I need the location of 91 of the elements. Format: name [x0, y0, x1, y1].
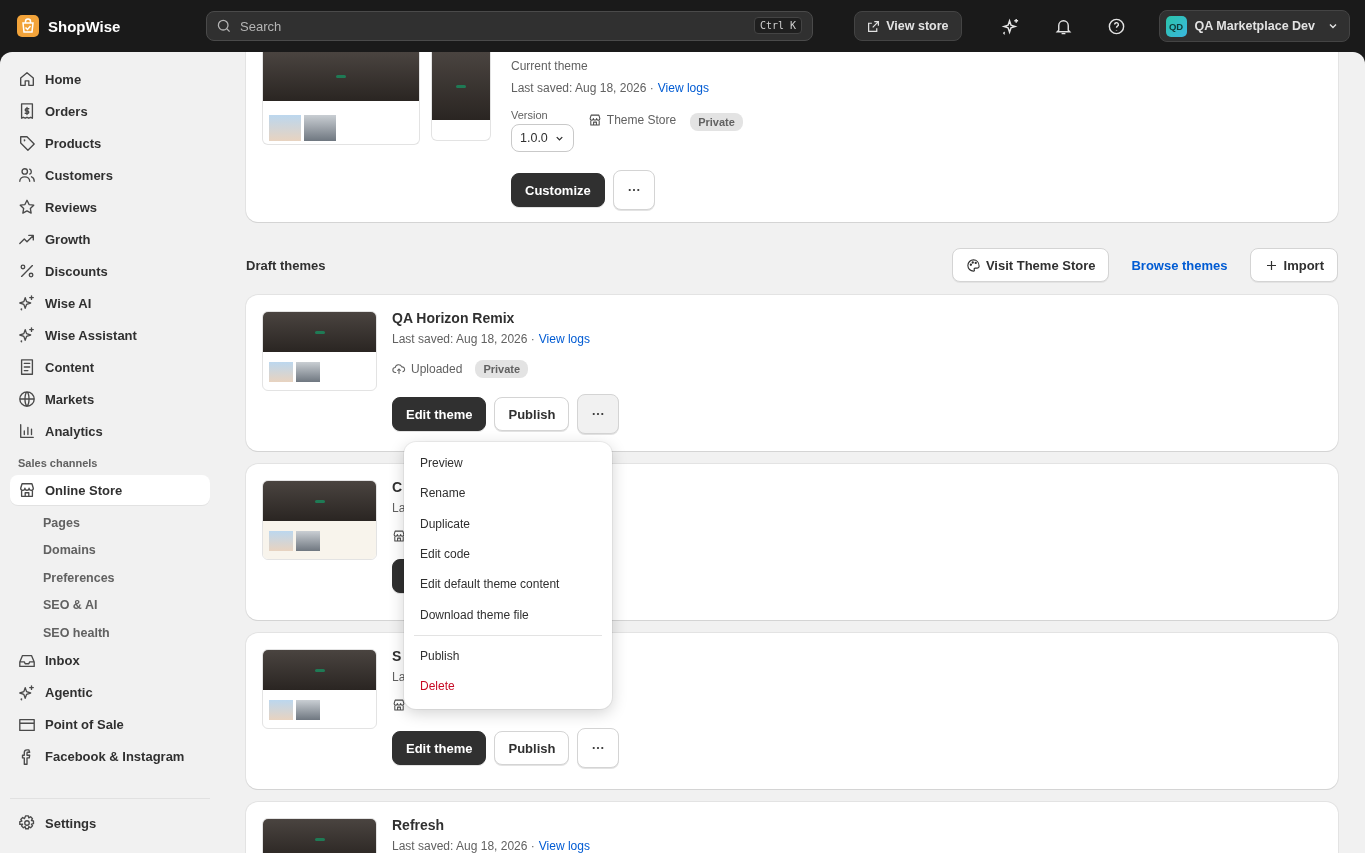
globe-icon [18, 390, 36, 408]
menu-item[interactable]: Delete [414, 671, 602, 702]
import-button[interactable]: Import [1249, 248, 1338, 282]
tag-icon [18, 134, 36, 152]
nav-item[interactable]: Wise Assistant [10, 321, 210, 349]
theme-source: Uploaded [411, 362, 463, 376]
sparkle-icon[interactable] [1000, 16, 1020, 36]
last-saved-text: Last saved: Aug 18, 2026 · [392, 333, 535, 346]
nav-item[interactable]: Reviews [10, 193, 210, 221]
percent-icon [18, 262, 36, 280]
menu-item[interactable]: Preview [414, 448, 602, 479]
sparkle-icon [18, 683, 36, 702]
help-icon[interactable] [1106, 16, 1126, 36]
sparkle-icon [18, 326, 36, 344]
document-icon [18, 358, 36, 376]
storefront-icon [587, 113, 602, 127]
nav-item[interactable]: Inbox [10, 646, 210, 675]
star-icon [18, 198, 36, 216]
theme-name: S [392, 648, 402, 664]
nav-item[interactable]: Content [10, 353, 210, 381]
nav-item[interactable]: Home [10, 65, 210, 93]
browse-themes-link[interactable]: Browse themes [1131, 257, 1228, 273]
more-icon [627, 188, 640, 192]
bar-chart-icon [18, 422, 36, 440]
menu-item[interactable]: Publish [414, 640, 602, 672]
menu-item[interactable]: Rename [414, 478, 602, 509]
nav-item[interactable]: Customers [10, 161, 210, 189]
house-icon [18, 70, 36, 88]
nav-item[interactable]: Facebook & Instagram [10, 742, 210, 771]
version-label: Version [511, 109, 549, 121]
avatar-initials: QD [1165, 15, 1187, 37]
nav-item[interactable]: Products [10, 129, 210, 157]
keyboard-shortcut: Ctrl K [753, 17, 802, 34]
theme-name: QA Horizon Remix [392, 310, 515, 326]
theme-name: Refresh [392, 817, 445, 833]
theme-name: C [392, 479, 403, 495]
publish-button[interactable]: Publish [494, 731, 570, 765]
cloud-upload-icon [392, 362, 406, 376]
visit-theme-store-button[interactable]: Visit Theme Store [951, 248, 1110, 282]
receipt-icon [18, 102, 36, 120]
menu-item[interactable]: Edit code [414, 538, 602, 570]
more-icon [592, 412, 605, 416]
search-icon [216, 18, 232, 34]
publish-button[interactable]: Publish [494, 397, 570, 431]
account-menu[interactable]: QD QA Marketplace Dev [1158, 10, 1350, 42]
nav-item[interactable]: Growth [10, 225, 210, 253]
people-icon [18, 166, 36, 184]
nav-subitem[interactable]: Domains [10, 536, 210, 564]
gear-icon [18, 814, 36, 832]
nav-item[interactable]: Point of Sale [10, 710, 210, 739]
edit-theme-button[interactable]: Edit theme [392, 731, 487, 765]
nav-item[interactable]: Orders [10, 97, 210, 125]
customize-button[interactable]: Customize [511, 173, 605, 207]
settings-nav-item[interactable]: Settings [10, 809, 210, 837]
storefront-icon [392, 698, 406, 712]
view-store-button[interactable]: View store [854, 11, 962, 41]
nav-subitem[interactable]: Preferences [10, 564, 210, 592]
menu-item[interactable]: Duplicate [414, 508, 602, 539]
sparkle-icon [18, 294, 36, 312]
nav-item[interactable]: Analytics [10, 417, 210, 445]
menu-item[interactable]: Edit default theme content [414, 569, 602, 600]
storefront-icon [392, 529, 406, 543]
nav-item[interactable]: Agentic [10, 678, 210, 707]
view-logs-link[interactable]: View logs [657, 81, 709, 95]
section-title: Draft themes [246, 257, 326, 273]
view-logs-link[interactable]: View logs [538, 840, 590, 853]
account-name: QA Marketplace Dev [1194, 19, 1315, 33]
view-logs-link[interactable]: View logs [538, 333, 590, 346]
nav-subitem[interactable]: SEO health [10, 619, 210, 647]
storefront-icon [18, 481, 36, 499]
version-select[interactable]: 1.0.0 [511, 124, 574, 152]
private-badge: Private [690, 113, 743, 131]
section-heading: Sales channels [17, 456, 99, 471]
theme-source: Theme Store [606, 113, 677, 127]
brand-name: ShopWise [48, 17, 121, 35]
nav-item[interactable]: Markets [10, 385, 210, 413]
palette-icon [965, 257, 981, 273]
nav-subitem[interactable]: SEO & AI [10, 591, 210, 619]
shopping-bag-logo-icon [17, 15, 39, 37]
nav-item[interactable]: Discounts [10, 257, 210, 285]
theme-status: Current theme [511, 59, 589, 73]
more-icon [592, 746, 605, 750]
edit-theme-button[interactable]: Edit theme [392, 397, 487, 431]
menu-item[interactable]: Download theme file [414, 599, 602, 630]
nav-subitem[interactable]: Pages [10, 509, 210, 537]
nav-item[interactable]: Wise AI [10, 289, 210, 317]
last-saved-text: Last saved: Aug 18, 2026 · [511, 81, 654, 95]
private-badge: Private [475, 360, 529, 378]
last-saved-text: Last saved: Aug 18, 2026 · [392, 840, 535, 853]
external-link-icon [867, 19, 881, 33]
nav-item[interactable]: Online Store [10, 475, 210, 505]
